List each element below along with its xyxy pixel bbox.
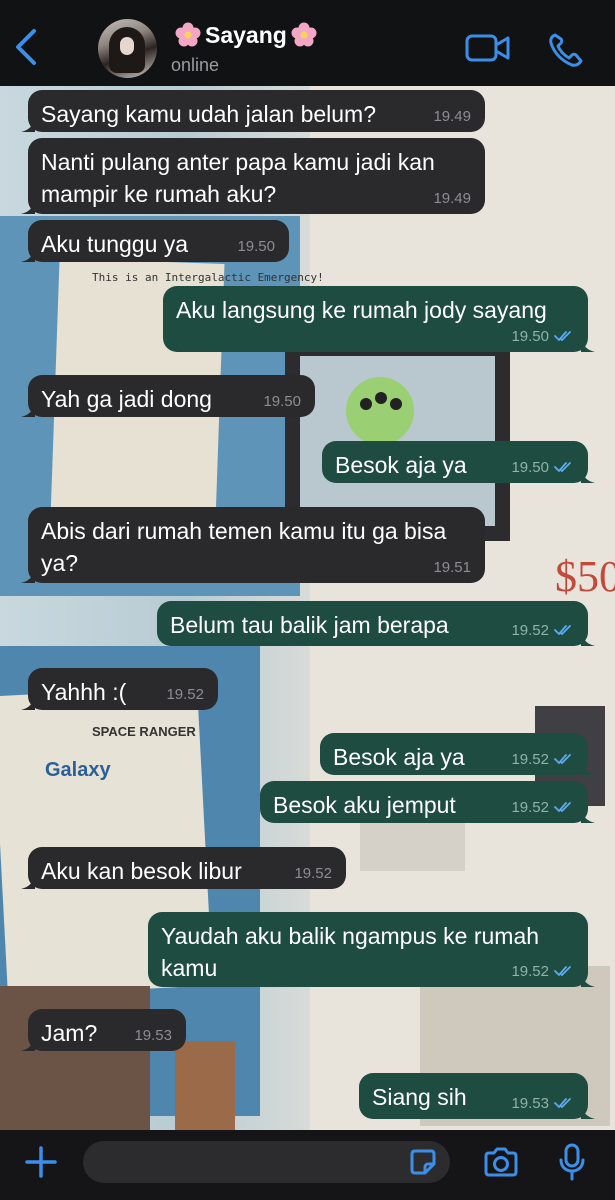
outgoing-message-bubble[interactable]: Besok aja ya 19.50 (322, 441, 595, 483)
message-timestamp-text: 19.49 (433, 108, 471, 125)
svg-text:Galaxy: Galaxy (45, 759, 111, 781)
incoming-message-bubble[interactable]: Abis dari rumah temen kamu itu ga bisa y… (21, 507, 485, 583)
message-timestamp: 19.49 (433, 191, 471, 206)
message-timestamp: 19.50 (511, 329, 574, 344)
bubble-tail (581, 1105, 595, 1119)
message-timestamp: 19.50 (511, 460, 574, 475)
read-ticks-icon (554, 966, 571, 976)
bubble-tail (21, 569, 35, 583)
contact-name[interactable]: Sayang (171, 22, 321, 49)
camera-icon[interactable] (482, 1146, 520, 1178)
bubble-tail (581, 761, 595, 775)
message-timestamp-text: 19.53 (511, 1095, 549, 1112)
bubble-tail (21, 248, 35, 262)
message-timestamp: 19.52 (511, 800, 574, 815)
message-timestamp-text: 19.53 (134, 1027, 172, 1044)
flower-emoji (175, 22, 201, 47)
bubble-tail (21, 1037, 35, 1051)
avatar[interactable] (98, 19, 157, 78)
message-timestamp: 19.50 (263, 394, 301, 409)
message-timestamp-text: 19.50 (237, 238, 275, 255)
incoming-message-bubble[interactable]: Yahhh :(19.52 (21, 668, 218, 710)
message-text: Aku kan besok libur (41, 858, 242, 884)
message-timestamp-text: 19.52 (511, 963, 549, 980)
read-ticks-icon (554, 802, 571, 812)
message-timestamp: 19.53 (134, 1028, 172, 1043)
bubble-tail (21, 118, 35, 132)
message-timestamp: 19.52 (511, 964, 574, 979)
message-timestamp: 19.52 (166, 687, 204, 702)
bubble-tail (21, 403, 35, 417)
message-timestamp-text: 19.50 (511, 328, 549, 345)
message-timestamp: 19.53 (511, 1096, 574, 1111)
video-call-icon[interactable] (465, 33, 510, 63)
bubble-tail (21, 875, 35, 889)
outgoing-message-bubble[interactable]: Siang sih 19.53 (359, 1073, 595, 1119)
read-ticks-icon (554, 462, 571, 472)
outgoing-message-bubble[interactable]: Belum tau balik jam berapa 19.52 (157, 601, 595, 646)
message-timestamp-text: 19.52 (511, 799, 549, 816)
bubble-tail (21, 696, 35, 710)
phone-call-icon[interactable] (548, 32, 584, 68)
message-text: Aku langsung ke rumah jody sayang (176, 297, 547, 323)
chat-header: Sayang online (0, 0, 615, 86)
flower-emoji (291, 22, 317, 47)
message-input[interactable] (83, 1141, 450, 1183)
read-ticks-icon (554, 1098, 571, 1108)
outgoing-message-bubble[interactable]: Aku langsung ke rumah jody sayang 19.50 (163, 286, 595, 352)
microphone-icon[interactable] (558, 1143, 586, 1181)
outgoing-message-bubble[interactable]: Yaudah aku balik ngampus ke rumah kamu 19… (148, 912, 595, 987)
bubble-tail (581, 469, 595, 483)
outgoing-message-bubble[interactable]: Besok aja ya 19.52 (320, 733, 595, 775)
read-ticks-icon (554, 331, 571, 341)
message-timestamp-text: 19.50 (263, 393, 301, 410)
message-timestamp: 19.51 (433, 560, 471, 575)
incoming-message-bubble[interactable]: Jam? 19.53 (21, 1009, 186, 1051)
message-timestamp-text: 19.52 (511, 622, 549, 639)
message-timestamp: 19.52 (511, 752, 574, 767)
bubble-tail (581, 338, 595, 352)
svg-text:This is an Intergalactic Emerg: This is an Intergalactic Emergency! (92, 271, 324, 284)
message-timestamp-text: 19.50 (511, 459, 549, 476)
message-text: Sayang kamu udah jalan belum? (41, 101, 377, 127)
message-timestamp: 19.52 (511, 623, 574, 638)
incoming-message-bubble[interactable]: Yah ga jadi dong 19.50 (21, 375, 315, 417)
back-chevron-icon[interactable] (10, 27, 42, 67)
message-timestamp-text: 19.49 (433, 190, 471, 207)
outgoing-message-bubble[interactable]: Besok aku jemput 19.52 (260, 781, 595, 823)
message-timestamp-text: 19.52 (294, 865, 332, 882)
read-ticks-icon (554, 754, 571, 764)
contact-name-text: Sayang (205, 22, 287, 48)
message-timestamp: 19.52 (294, 866, 332, 881)
incoming-message-bubble[interactable]: Aku tunggu ya 19.50 (21, 220, 289, 262)
plus-icon[interactable] (24, 1145, 58, 1179)
message-timestamp-text: 19.52 (511, 751, 549, 768)
bubble-tail (581, 809, 595, 823)
sticker-icon[interactable] (407, 1146, 439, 1178)
bubble-tail (581, 973, 595, 987)
incoming-message-bubble[interactable]: Sayang kamu udah jalan belum? 19.49 (21, 90, 485, 132)
svg-text:SPACE RANGER: SPACE RANGER (92, 724, 196, 739)
composer-bar (0, 1130, 615, 1200)
bubble-tail (581, 632, 595, 646)
chat-area[interactable]: $50 This is an Intergalactic Emergency! … (0, 86, 615, 1130)
incoming-message-bubble[interactable]: Aku kan besok libur 19.52 (21, 847, 346, 889)
message-timestamp: 19.50 (237, 239, 275, 254)
message-text: Abis dari rumah temen kamu itu ga bisa y… (41, 518, 447, 576)
svg-text:$50: $50 (555, 552, 615, 601)
bubble-tail (21, 200, 35, 214)
incoming-message-bubble[interactable]: Nanti pulang anter papa kamu jadi kan ma… (21, 138, 485, 214)
message-timestamp: 19.49 (433, 109, 471, 124)
message-timestamp-text: 19.51 (433, 559, 471, 576)
message-text: Nanti pulang anter papa kamu jadi kan ma… (41, 149, 435, 207)
read-ticks-icon (554, 625, 571, 635)
message-timestamp-text: 19.52 (166, 686, 204, 703)
contact-status: online (171, 55, 220, 75)
message-text: Yah ga jadi dong (41, 386, 212, 412)
